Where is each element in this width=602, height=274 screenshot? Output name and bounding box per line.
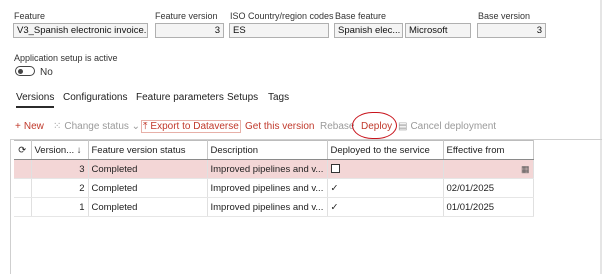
column-header-effective-from[interactable]: Effective from [443,140,534,160]
deployed-cell: ✓ [327,178,444,198]
application-setup-label: Application setup is active [14,53,118,63]
change-status-button[interactable]: ⁙ Change status ⌄ [53,121,140,132]
column-header-status[interactable]: Feature version status [88,140,208,160]
tab-setups[interactable]: Setups [227,92,258,103]
feature-field[interactable]: V3_Spanish electronic invoice... [13,23,148,38]
column-header-version[interactable]: Version... ↓ [31,140,89,160]
versions-grid: ⟳ Version... ↓ Feature version status De… [14,140,534,217]
export-icon: ⤒ [143,121,148,132]
refresh-icon[interactable]: ⟳ [14,140,32,160]
feature-version-label: Feature version [155,11,218,21]
tab-versions[interactable]: Versions [16,92,55,108]
checkmark-icon: ✓ [330,182,339,194]
row-selector[interactable] [14,197,32,217]
version-cell: 1 [31,197,89,217]
status-cell: Completed [88,159,208,179]
toggle-knob [18,69,23,74]
rebase-button[interactable]: Rebase [320,121,354,132]
table-row[interactable]: 2 Completed Improved pipelines and v... … [14,178,534,198]
version-cell: 2 [31,178,89,198]
effective-from-cell[interactable]: ▦ [443,159,534,179]
status-cell: Completed [88,197,208,217]
deployed-cell[interactable] [327,159,444,179]
plus-icon: + [15,121,21,132]
row-selector[interactable] [14,178,32,198]
description-cell: Improved pipelines and v... [207,178,328,198]
tab-feature-parameters[interactable]: Feature parameters [136,92,224,103]
base-feature-provider-field[interactable]: Microsoft [405,23,471,38]
deploy-highlight-circle [352,112,397,139]
chevron-down-icon: ⌄ [128,121,141,132]
column-header-description[interactable]: Description [207,140,328,160]
calendar-icon[interactable]: ▦ [521,164,530,174]
table-row[interactable]: 3 Completed Improved pipelines and v... … [14,159,534,179]
checkmark-icon: ✓ [330,201,339,213]
table-row[interactable]: 1 Completed Improved pipelines and v... … [14,197,534,217]
sort-down-icon: ↓ [76,144,82,156]
iso-label: ISO Country/region codes [230,11,334,21]
effective-from-cell: 02/01/2025 [443,178,534,198]
column-header-deployed[interactable]: Deployed to the service [327,140,444,160]
row-selector[interactable] [14,159,32,179]
description-cell: Improved pipelines and v... [207,159,328,179]
cancel-deployment-button[interactable]: ▤ Cancel deployment [398,121,496,132]
tab-tags[interactable]: Tags [268,92,289,103]
base-version-field[interactable]: 3 [477,23,546,38]
base-feature-field[interactable]: Spanish elec... [334,23,403,38]
iso-field[interactable]: ES [229,23,329,38]
feature-version-field[interactable]: 3 [155,23,224,38]
version-cell: 3 [31,159,89,179]
effective-from-cell: 01/01/2025 [443,197,534,217]
export-to-dataverse-button[interactable]: ⤒ Export to Dataverse [141,120,241,133]
document-icon: ▤ [398,121,408,132]
description-cell: Improved pipelines and v... [207,197,328,217]
status-icon: ⁙ [53,121,62,132]
base-feature-label: Base feature [335,11,387,21]
base-version-label: Base version [478,11,531,21]
application-setup-toggle[interactable] [15,66,35,76]
deployed-cell: ✓ [327,197,444,217]
new-button[interactable]: + New [15,121,44,132]
deployed-checkbox[interactable] [330,164,340,174]
toggle-state-text: No [40,67,53,78]
tab-configurations[interactable]: Configurations [63,92,127,103]
feature-label: Feature [14,11,46,21]
get-this-version-button[interactable]: Get this version [245,121,314,132]
status-cell: Completed [88,178,208,198]
